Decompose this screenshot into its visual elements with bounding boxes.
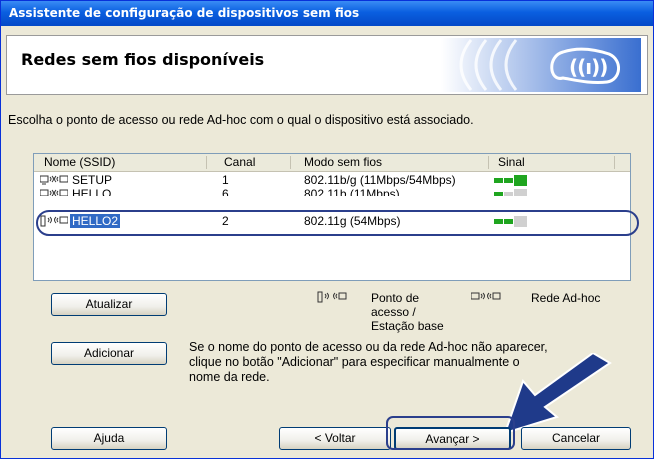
cancel-button[interactable]: Cancelar	[521, 427, 631, 450]
svg-text:((ı)): ((ı))	[569, 55, 607, 79]
ad-hoc-legend-label: Rede Ad-hoc	[531, 291, 601, 305]
window-title: Assistente de configuração de dispositiv…	[1, 1, 653, 26]
instruction-text: Escolha o ponto de acesso ou rede Ad-hoc…	[8, 113, 474, 127]
column-separator	[206, 156, 207, 169]
network-row-hello[interactable]: HELLO 6 802.11b (11Mbps)	[34, 187, 630, 196]
back-button[interactable]: < Voltar	[279, 427, 391, 450]
wizard-window: Assistente de configuração de dispositiv…	[0, 0, 654, 459]
mode-cell: 802.11b (11Mbps)	[304, 187, 400, 196]
header-panel: Redes sem fios disponíveis ((ı))	[6, 35, 648, 95]
column-separator	[488, 156, 489, 169]
add-button[interactable]: Adicionar	[51, 342, 167, 365]
signal-bar	[514, 175, 527, 186]
signal-bar	[504, 192, 513, 196]
column-ssid[interactable]: Nome (SSID)	[44, 155, 115, 169]
channel-cell: 1	[222, 173, 229, 187]
access-point-legend: Ponto de acesso / Estação base	[371, 291, 444, 333]
signal-bar	[494, 192, 503, 196]
access-point-legend-icon	[317, 291, 347, 303]
ssid-cell: SETUP	[72, 173, 113, 187]
next-button-callout	[386, 416, 515, 450]
wireless-logo-icon: ((ı))	[441, 38, 641, 92]
legend-line: acesso /	[371, 305, 416, 319]
legend-line: Estação base	[371, 319, 444, 333]
network-row-setup[interactable]: SETUP 1 802.11b/g (11Mbps/54Mbps)	[34, 173, 630, 188]
column-channel[interactable]: Canal	[224, 155, 255, 169]
channel-cell: 6	[222, 187, 229, 196]
refresh-button[interactable]: Atualizar	[51, 293, 167, 316]
column-separator	[614, 156, 615, 169]
mode-cell: 802.11b/g (11Mbps/54Mbps)	[304, 173, 456, 187]
column-signal[interactable]: Sinal	[498, 155, 525, 169]
ad-hoc-icon	[40, 175, 68, 185]
list-header: Nome (SSID) Canal Modo sem fios Sinal	[34, 154, 630, 172]
ssid-cell: HELLO	[72, 187, 112, 196]
column-separator	[290, 156, 291, 169]
ad-hoc-legend-icon	[471, 292, 501, 300]
signal-bar	[514, 189, 527, 196]
selection-callout	[36, 210, 639, 236]
column-mode[interactable]: Modo sem fios	[304, 155, 382, 169]
page-title: Redes sem fios disponíveis	[21, 50, 265, 69]
signal-bar	[494, 178, 503, 183]
help-button[interactable]: Ajuda	[51, 427, 167, 450]
legend-line: Ponto de	[371, 291, 420, 305]
signal-bar	[504, 178, 513, 183]
ad-hoc-icon	[40, 189, 68, 196]
